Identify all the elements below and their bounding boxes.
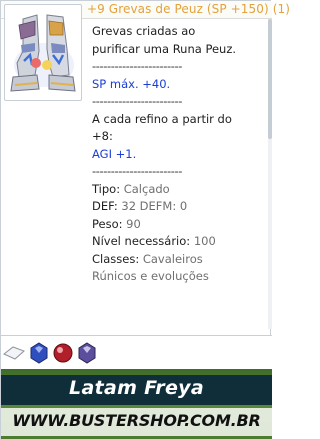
item-image [4,4,82,101]
description-line: purificar uma Runa Peuz. [92,41,237,56]
classes-continued: Rúnicos e evoluções [92,269,209,283]
agi-bonus-line: AGI +1. [92,146,137,161]
purple-gem-icon[interactable] [78,342,96,364]
separator: ------------------------ [92,94,182,108]
stat-required-level: Nível necessário: 100 [92,233,268,251]
stat-label: Classes: [92,251,143,266]
stat-value: Calçado [123,181,170,196]
empty-slot-icon[interactable] [3,346,25,360]
banner-server-name: Latam Freya [69,377,204,399]
stat-label: DEF: [92,199,122,213]
stat-value: 100 [193,234,216,248]
description-line: Grevas criadas ao [92,24,196,38]
boots-icon [10,14,76,92]
item-title: +9 Grevas de Peuz (SP +150) (1) [87,2,291,16]
banner-url: WWW.BUSTERSHOP.COM.BR [12,411,261,430]
stat-weight: Peso: 90 [92,216,268,234]
card-slots [1,335,272,369]
scrollbar-thumb[interactable] [268,19,272,139]
item-description: Grevas criadas ao purificar uma Runa Peu… [92,23,268,286]
blue-gem-icon[interactable] [30,342,48,364]
stat-value: 32 DEFM: 0 [121,199,188,213]
stat-value: Cavaleiros [142,251,203,266]
stat-label: Peso: [92,216,127,231]
item-tooltip: +9 Grevas de Peuz (SP +150) (1) Grevas c… [0,0,290,439]
separator: ------------------------ [92,164,182,178]
stat-label: Nível necessário: [92,234,194,248]
separator: ------------------------ [92,59,182,73]
red-gem-icon[interactable] [53,343,73,363]
sp-bonus-line: SP máx. +40. [92,76,171,91]
stat-label: Tipo: [92,181,124,196]
stat-defense: DEF: 32 DEFM: 0 [92,198,268,216]
shop-banner: Latam Freya WWW.BUSTERSHOP.COM.BR [1,369,272,439]
description-line: +8: [92,129,113,143]
stat-classes: Classes: Cavaleiros [92,251,268,269]
stat-type: Tipo: Calçado [92,181,268,199]
description-line: A cada refino a partir do [92,111,232,126]
card-slots-graphic [3,342,96,364]
stat-value: 90 [126,216,141,231]
